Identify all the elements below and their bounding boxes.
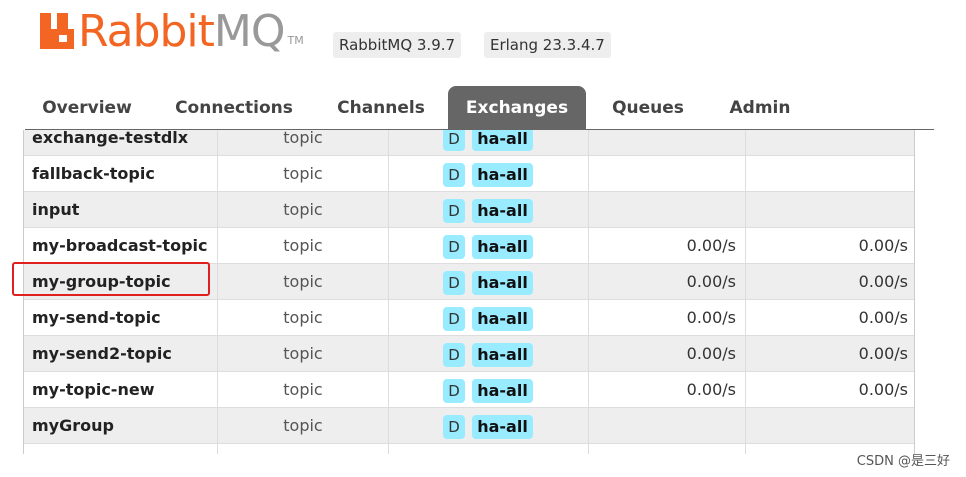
message-rate-in: 0.00/s [589, 264, 746, 300]
exchange-type: topic [218, 130, 389, 156]
durable-badge: D [443, 379, 465, 403]
exchange-name-link[interactable]: my-broadcast-topic [24, 228, 218, 264]
policy-badge[interactable]: ha-all [472, 307, 533, 331]
exchange-features: D ha-all [389, 228, 589, 264]
tab-exchanges[interactable]: Exchanges [448, 86, 586, 130]
durable-badge: D [443, 343, 465, 367]
message-rate-in: 0.00/s [589, 228, 746, 264]
exchange-features: D ha-all [389, 408, 589, 444]
message-rate-out: 0.00/s [858, 236, 908, 255]
message-rate-out [746, 130, 914, 156]
exchange-type: topic [218, 336, 389, 372]
durable-badge: D [443, 235, 465, 259]
message-rate-in [589, 444, 746, 454]
durable-badge: D [443, 415, 465, 439]
exchange-name-link[interactable]: my-topic-new [24, 372, 218, 408]
exchange-features: D ha-all [389, 336, 589, 372]
policy-badge[interactable]: ha-all [472, 415, 533, 439]
tab-connections[interactable]: Connections [170, 86, 298, 130]
exchange-features: D ha-all [389, 192, 589, 228]
table-row: fallback-topic topic D ha-all [24, 156, 914, 192]
policy-badge[interactable]: ha-all [472, 379, 533, 403]
exchange-type: topic [218, 192, 389, 228]
tab-channels[interactable]: Channels [329, 86, 433, 130]
watermark: CSDN @是三好 [856, 454, 950, 469]
message-rate-in [589, 130, 746, 156]
policy-badge[interactable]: ha-all [472, 343, 533, 367]
message-rate-in: 0.00/s [589, 372, 746, 408]
table-row: myGroup topic D ha-all [24, 408, 914, 444]
table-row: my-topic-new topic D ha-all 0.00/s 0.00/… [24, 372, 914, 408]
table-row: my-group-topic topic D ha-all 0.00/s 0.0… [24, 264, 914, 300]
durable-badge: D [443, 163, 465, 187]
table-row: my-broadcast-topic topic D ha-all 0.00/s… [24, 228, 914, 264]
message-rate-in: 0.00/s [589, 300, 746, 336]
exchange-name-link[interactable] [24, 444, 218, 454]
policy-badge[interactable]: ha-all [472, 271, 533, 295]
table-row: input topic D ha-all [24, 192, 914, 228]
policy-badge[interactable]: ha-all [472, 235, 533, 259]
exchange-name-link[interactable]: input [24, 192, 218, 228]
durable-badge: D [443, 307, 465, 331]
exchange-name-link[interactable]: myGroup [24, 408, 218, 444]
message-rate-in: 0.00/s [589, 336, 746, 372]
policy-badge[interactable]: ha-all [472, 199, 533, 223]
exchanges-table: exchange-testdlx topic D ha-all fallback… [23, 130, 915, 454]
exchange-name-link[interactable]: my-group-topic [24, 264, 218, 300]
exchange-name-link[interactable]: my-send-topic [24, 300, 218, 336]
exchange-features: D ha-all [389, 130, 589, 156]
tab-admin[interactable]: Admin [720, 86, 800, 130]
exchange-features: D ha-all [389, 372, 589, 408]
exchange-features: D ha-all [389, 264, 589, 300]
message-rate-out [746, 192, 914, 228]
durable-badge: D [443, 271, 465, 295]
table-row: my-send-topic topic D ha-all 0.00/s 0.00… [24, 300, 914, 336]
durable-badge: D [443, 130, 465, 151]
message-rate-in [589, 156, 746, 192]
exchange-type: topic [218, 228, 389, 264]
main-nav-tabs: Overview Connections Channels Exchanges … [25, 86, 934, 130]
durable-badge: D [443, 199, 465, 223]
exchange-type: topic [218, 156, 389, 192]
table-row: my-send2-topic topic D ha-all 0.00/s 0.0… [24, 336, 914, 372]
exchange-type [218, 444, 389, 454]
policy-badge[interactable]: ha-all [472, 130, 533, 151]
message-rate-out: 0.00/s [858, 344, 908, 363]
table-row [24, 444, 914, 454]
message-rate-out [746, 408, 914, 444]
message-rate-out: 0.00/s [858, 380, 908, 399]
exchange-type: topic [218, 300, 389, 336]
message-rate-in [589, 408, 746, 444]
message-rate-out: 0.00/s [858, 272, 908, 291]
erlang-version-badge: Erlang 23.3.4.7 [484, 32, 611, 58]
exchange-type: topic [218, 264, 389, 300]
rabbitmq-logo[interactable]: RabbitMQ TM [40, 8, 304, 56]
tab-overview[interactable]: Overview [33, 86, 141, 130]
exchange-name-link[interactable]: exchange-testdlx [24, 130, 218, 156]
rabbitmq-logo-icon [40, 13, 74, 49]
exchange-features: D ha-all [389, 300, 589, 336]
exchange-name-link[interactable]: fallback-topic [24, 156, 218, 192]
message-rate-out: 0.00/s [858, 308, 908, 327]
table-row: exchange-testdlx topic D ha-all [24, 130, 914, 156]
rabbitmq-version-badge: RabbitMQ 3.9.7 [333, 32, 462, 58]
exchange-name-link[interactable]: my-send2-topic [24, 336, 218, 372]
message-rate-in [589, 192, 746, 228]
exchange-type: topic [218, 372, 389, 408]
message-rate-out [746, 156, 914, 192]
policy-badge[interactable]: ha-all [472, 163, 533, 187]
tab-queues[interactable]: Queues [605, 86, 691, 130]
logo-trademark: TM [287, 34, 304, 47]
logo-text: RabbitMQ [78, 6, 286, 57]
exchange-features [389, 444, 589, 454]
exchange-features: D ha-all [389, 156, 589, 192]
exchange-type: topic [218, 408, 389, 444]
